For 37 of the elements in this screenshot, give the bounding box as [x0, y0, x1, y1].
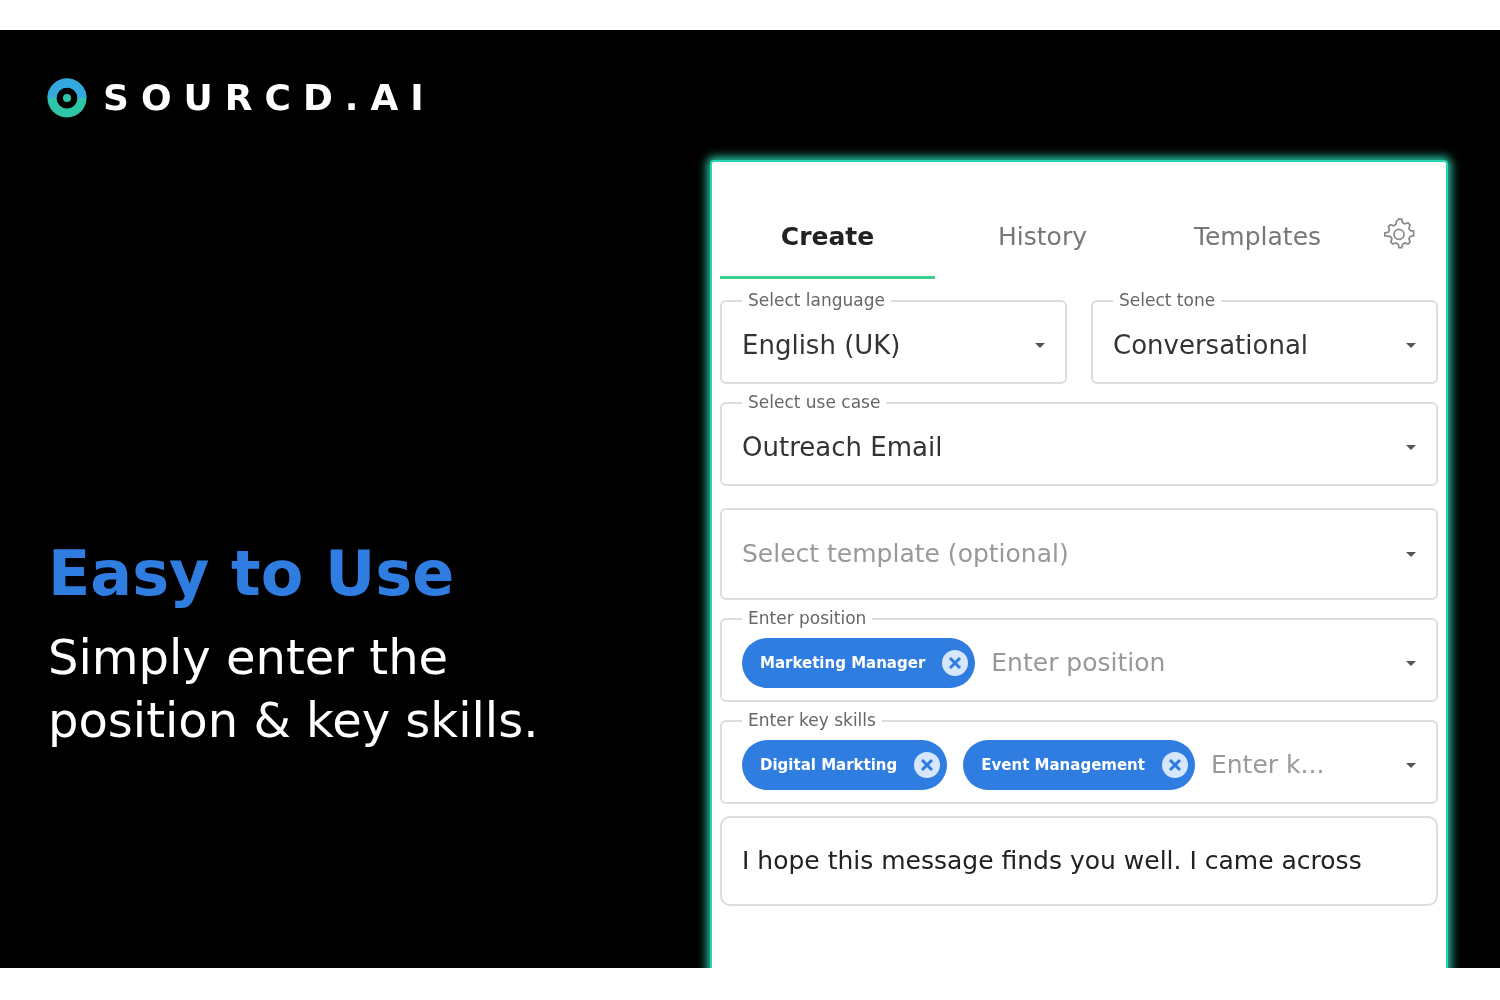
placeholder: Select template (optional) [742, 538, 1069, 571]
remove-icon[interactable] [1160, 751, 1189, 779]
caret-icon [1406, 660, 1416, 666]
field-label: Select tone [1118, 292, 1217, 309]
caret-icon [1406, 762, 1416, 768]
tag-input[interactable]: Enter key skills Digital Markting Event Management Enter k... [720, 712, 1438, 804]
field-value: English (UK) [742, 328, 901, 362]
placeholder: Enter position [991, 647, 1166, 680]
tab[interactable]: History [935, 162, 1150, 279]
caret-icon [1406, 342, 1416, 348]
field-label: Select use case [747, 394, 882, 411]
headline: Easy to Use [48, 540, 456, 609]
caret-icon [1406, 551, 1416, 557]
select-field[interactable]: Select language English (UK) [720, 292, 1067, 384]
field-label: Select language [747, 292, 886, 309]
caret-icon [1035, 342, 1045, 348]
settings-icon[interactable] [1382, 216, 1416, 250]
tab[interactable]: Templates [1150, 162, 1365, 279]
field-label: Enter key skills [747, 712, 877, 729]
remove-icon[interactable] [941, 649, 970, 677]
subheadline: Simply enter the position & key skills. [48, 628, 540, 750]
brand-name: SOURCD.AI [103, 80, 436, 116]
chip[interactable]: Marketing Manager [742, 638, 976, 688]
caret-icon [1406, 444, 1416, 450]
field-value: Conversational [1113, 328, 1309, 362]
remove-icon[interactable] [913, 751, 942, 779]
tag-input[interactable]: Enter position Marketing Manager Enter position [720, 610, 1438, 702]
field-label: Enter position [747, 610, 868, 627]
chip[interactable]: Digital Markting [742, 740, 948, 790]
select-field[interactable]: Select use case Outreach Email [720, 394, 1438, 486]
field-value: Outreach Email [742, 430, 943, 464]
tab[interactable]: Create [720, 162, 935, 279]
placeholder: Enter k... [1210, 749, 1325, 782]
logo-icon [47, 78, 87, 118]
select-field[interactable]: Select tone Conversational [1091, 292, 1438, 384]
chip[interactable]: Event Management [963, 740, 1195, 790]
message-field[interactable]: I hope this message finds you well. I came across [720, 816, 1438, 906]
